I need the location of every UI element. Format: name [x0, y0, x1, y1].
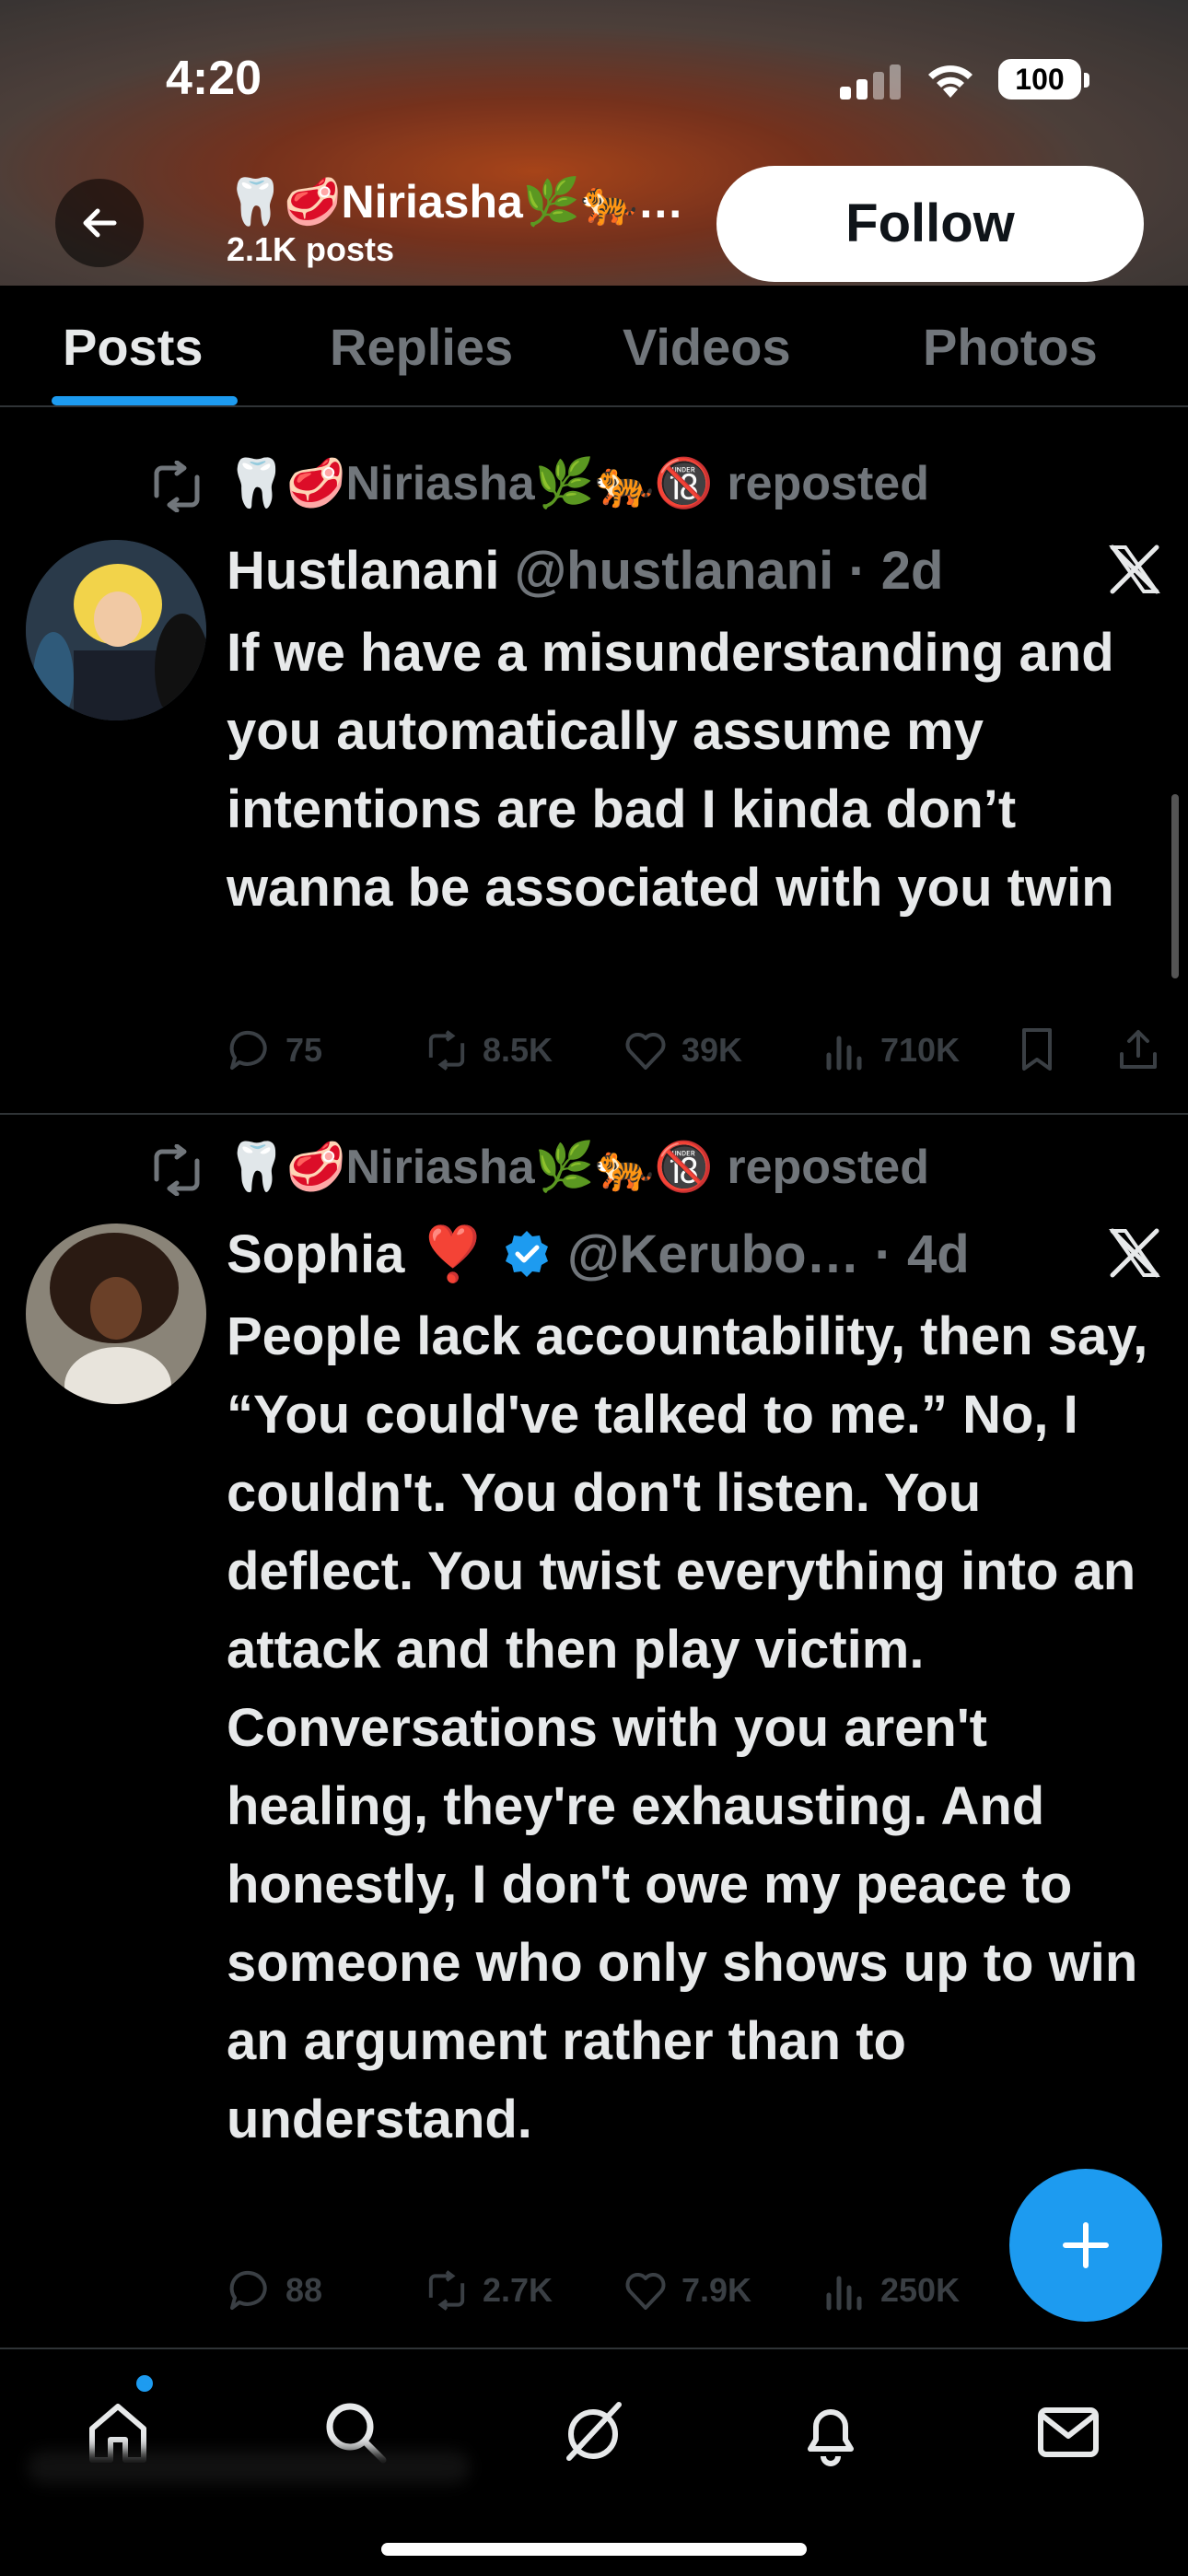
views-button[interactable]: 710K — [821, 1023, 960, 1078]
post-item[interactable]: 🦷🥩Niriasha🌿🐅🔞 reposted Hustlanani @hustl… — [0, 433, 1188, 1115]
cellular-signal-icon — [840, 63, 903, 100]
post-author[interactable]: Sophia ❣️ @Kerubo… · 4d — [227, 1224, 970, 1286]
avatar-image — [26, 540, 206, 720]
bookmark-icon[interactable] — [1017, 1026, 1057, 1072]
profile-header: 4:20 100 🦷🥩Niriasha🌿🐅… 2.1K posts Follow — [0, 0, 1188, 286]
post-body: If we have a misunderstanding and you au… — [227, 623, 1114, 918]
repost-label[interactable]: 🦷🥩Niriasha🌿🐅🔞 reposted — [227, 455, 929, 511]
like-count: 39K — [681, 1031, 743, 1069]
wifi-icon — [928, 65, 973, 98]
reply-icon — [229, 2270, 267, 2310]
post-time: · 2d — [848, 541, 944, 601]
grok-icon[interactable] — [558, 2397, 628, 2467]
views-count: 710K — [880, 1031, 961, 1069]
blurred-region — [28, 2451, 470, 2484]
reply-button[interactable]: 88 — [227, 2263, 322, 2318]
views-icon — [826, 2276, 862, 2311]
compose-plus-icon — [1063, 2222, 1109, 2268]
reply-count: 88 — [285, 2271, 323, 2309]
repost-label[interactable]: 🦷🥩Niriasha🌿🐅🔞 reposted — [227, 1139, 929, 1195]
author-handle: @Kerubo… — [566, 1224, 860, 1284]
battery-indicator: 100 — [998, 59, 1089, 100]
post-actions: 75 8.5K 39K 710K — [227, 1023, 1166, 1078]
like-icon — [625, 2273, 666, 2310]
author-handle: @hustlanani — [514, 541, 834, 601]
repost-icon — [154, 461, 200, 512]
views-icon — [826, 1036, 862, 1071]
like-button[interactable]: 39K — [623, 1023, 742, 1078]
home-notification-dot — [136, 2375, 153, 2392]
repost-icon — [428, 1030, 465, 1071]
post-author[interactable]: Hustlanani @hustlanani · 2d — [227, 540, 943, 602]
tab-videos[interactable]: Videos — [623, 317, 791, 377]
x-logo-icon[interactable] — [1109, 1227, 1160, 1279]
reply-count: 75 — [285, 1031, 323, 1069]
bell-icon[interactable] — [796, 2397, 866, 2467]
reply-icon — [229, 1030, 267, 1070]
post-count: 2.1K posts — [227, 230, 395, 268]
avatar-image — [26, 1224, 206, 1404]
repost-count: 8.5K — [483, 1031, 553, 1069]
post-body: People lack accountability, then say, “Y… — [227, 1306, 1148, 2149]
follow-button[interactable]: Follow — [716, 166, 1144, 282]
status-bar: 4:20 100 — [0, 0, 1188, 157]
back-button[interactable] — [55, 179, 144, 267]
repost-icon — [154, 1144, 200, 1196]
repost-button[interactable]: 2.7K — [424, 2263, 553, 2318]
status-time: 4:20 — [166, 52, 262, 105]
post-time: · 4d — [874, 1224, 970, 1284]
back-arrow-icon — [83, 208, 117, 238]
tab-posts[interactable]: Posts — [63, 317, 204, 377]
verified-badge-icon — [505, 1231, 548, 1277]
like-icon — [625, 1033, 666, 1070]
avatar[interactable] — [26, 540, 206, 720]
scrollbar[interactable] — [1171, 794, 1179, 978]
share-icon[interactable] — [1116, 1026, 1160, 1072]
post-item[interactable]: 🦷🥩Niriasha🌿🐅🔞 reposted Sophia ❣️ @Kerubo… — [0, 1117, 1188, 2348]
compose-button[interactable] — [1009, 2169, 1162, 2322]
repost-button[interactable]: 8.5K — [424, 1023, 553, 1078]
author-name: Hustlanani — [227, 541, 500, 601]
profile-tabs: Posts Replies Videos Photos — [0, 286, 1188, 407]
tab-replies[interactable]: Replies — [330, 317, 513, 377]
profile-name: 🦷🥩Niriasha🌿🐅… — [227, 176, 684, 228]
repost-icon — [428, 2270, 465, 2311]
views-button[interactable]: 250K — [821, 2263, 960, 2318]
reply-button[interactable]: 75 — [227, 1023, 322, 1078]
active-tab-indicator — [52, 396, 238, 405]
repost-count: 2.7K — [483, 2271, 553, 2309]
author-name: Sophia ❣️ — [227, 1224, 486, 1284]
like-count: 7.9K — [681, 2271, 752, 2309]
tab-photos[interactable]: Photos — [923, 317, 1098, 377]
views-count: 250K — [880, 2271, 961, 2309]
like-button[interactable]: 7.9K — [623, 2263, 751, 2318]
x-logo-icon[interactable] — [1109, 544, 1160, 595]
avatar[interactable] — [26, 1224, 206, 1404]
mail-icon[interactable] — [1033, 2397, 1103, 2467]
home-indicator[interactable] — [381, 2543, 807, 2556]
